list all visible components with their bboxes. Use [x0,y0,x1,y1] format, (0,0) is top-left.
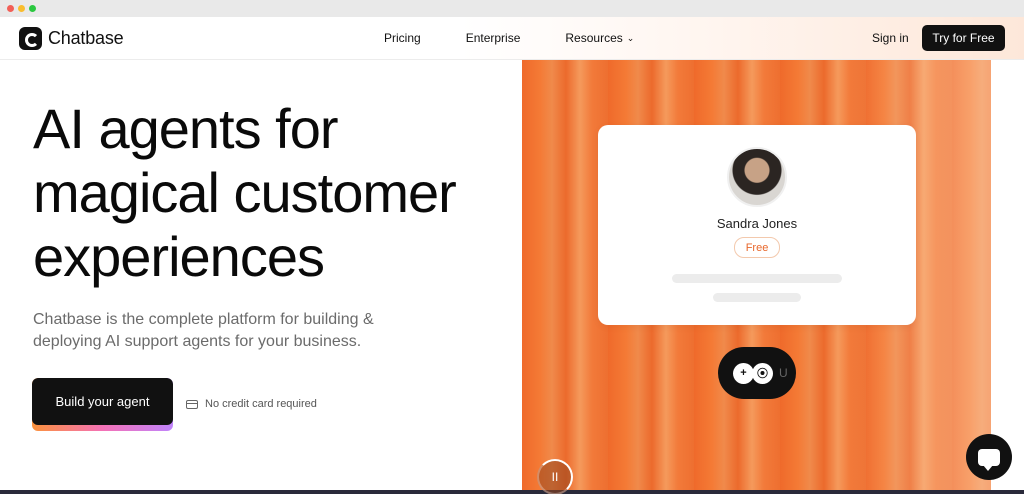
try-for-free-button[interactable]: Try for Free [922,25,1005,51]
nav-link-label: Enterprise [465,31,521,45]
skeleton-line [713,293,801,302]
hero-title: AI agents for magical customer experienc… [33,97,513,289]
hero-title-line: AI agents for [33,97,339,160]
nav-link-enterprise[interactable]: Enterprise [466,31,521,45]
minimize-window-button[interactable] [18,5,25,12]
brand-logo[interactable]: Chatbase [19,27,124,50]
sparkle-plus-icon: + [733,362,754,384]
profile-name: Sandra Jones [716,216,798,231]
chat-bubble-icon [978,448,1000,471]
pause-icon[interactable]: II [537,459,573,494]
build-your-agent-label: Build your agent [32,378,173,425]
agent-action-pill: + ⦿ U [718,347,796,399]
page: Chatbase Pricing Enterprise Resources ⌄ … [0,17,1024,494]
bottom-edge [0,490,1024,494]
close-window-button[interactable] [7,5,14,12]
avatar [727,147,787,207]
brand-name: Chatbase [48,28,124,48]
hero-visual: Sandra Jones Free + ⦿ U II [522,60,991,494]
pill-trailing-text: U [779,366,788,380]
chevron-down-icon: ⌄ [626,32,635,43]
lock-icon: ⦿ [752,362,773,384]
no-credit-card-note: No credit card required [186,398,317,410]
sign-in-link[interactable]: Sign in [872,31,909,45]
hero-subtitle: Chatbase is the complete platform for bu… [33,311,374,350]
nav-links: Pricing Enterprise Resources ⌄ [384,31,634,45]
skeleton-line [672,274,842,283]
hero-title-line: experiences [33,225,325,288]
credit-card-icon [186,399,198,409]
nav-link-label: Resources [565,31,623,45]
build-your-agent-button[interactable]: Build your agent [32,378,173,431]
chatbase-logo-icon [19,27,42,50]
no-credit-card-text: No credit card required [205,398,317,410]
profile-card: Sandra Jones Free [598,125,916,325]
top-navigation: Chatbase Pricing Enterprise Resources ⌄ … [0,17,1024,60]
nav-link-label: Pricing [384,31,421,45]
maximize-window-button[interactable] [29,5,36,12]
hero-title-line: magical customer [33,161,457,224]
nav-link-pricing[interactable]: Pricing [384,31,421,45]
window-titlebar [0,0,1024,17]
chat-widget-button[interactable] [966,434,1012,480]
browser-window: Chatbase Pricing Enterprise Resources ⌄ … [0,0,1024,494]
plan-badge: Free [734,237,780,258]
nav-link-resources[interactable]: Resources ⌄ [565,31,634,45]
